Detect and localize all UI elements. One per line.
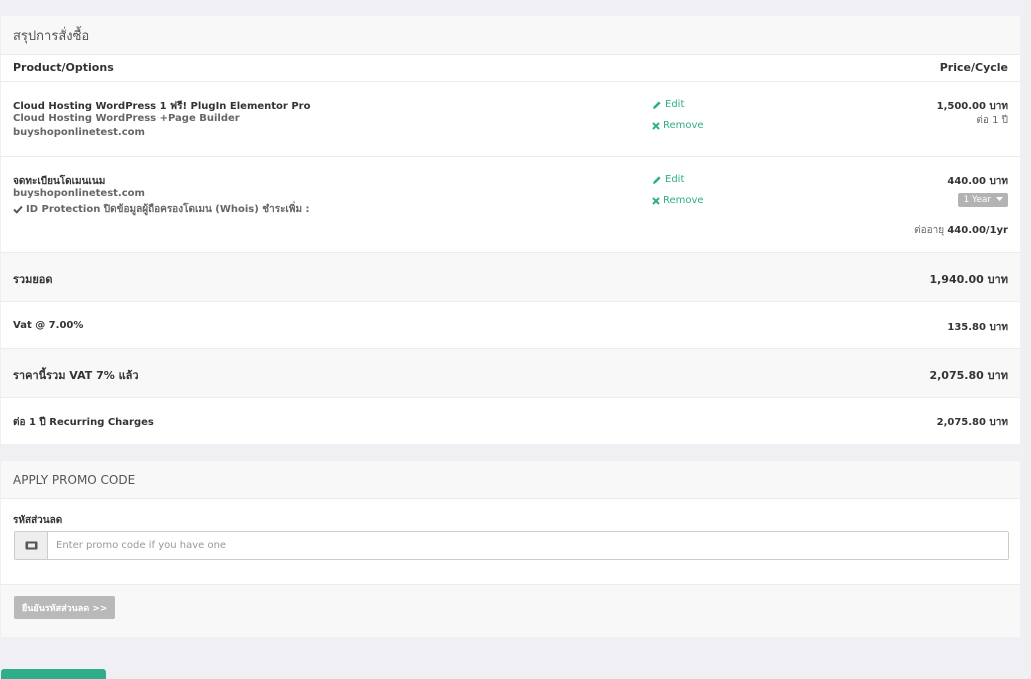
ticket-icon <box>25 541 37 550</box>
total-value: 2,075.80 บาท <box>929 369 1008 382</box>
times-icon <box>652 196 660 205</box>
promo-field-label: รหัสส่วนลด <box>13 515 63 526</box>
apply-promo-button[interactable]: ยืนยันรหัสส่วนลด >> <box>14 596 116 619</box>
item-description: Cloud Hosting WordPress +Page Builder <box>13 113 240 124</box>
remove-label: Remove <box>663 120 704 131</box>
vat-row: Vat @ 7.00% 135.80 บาท <box>1 302 1020 349</box>
renewal-value: 440.00/1yr <box>947 225 1008 236</box>
recurring-label: ต่อ 1 ปี Recurring Charges <box>13 417 154 428</box>
promo-addon <box>15 532 48 559</box>
promo-panel: APPLY PROMO CODE รหัสส่วนลด ยืนยันรหัสส่… <box>1 461 1020 637</box>
renewal-price: ต่ออายุ 440.00/1yr <box>914 223 1008 238</box>
billing-period-dropdown[interactable]: 1 Year <box>958 187 1008 207</box>
edit-label: Edit <box>665 99 685 110</box>
col-product-header: Product/Options <box>13 61 114 74</box>
remove-button[interactable]: Remove <box>652 120 704 131</box>
times-icon <box>652 121 660 130</box>
order-summary-panel: สรุปการสั่งซื้อ Product/Options Price/Cy… <box>1 16 1020 444</box>
billing-period-value: 1 Year <box>963 195 992 205</box>
recurring-row: ต่อ 1 ปี Recurring Charges 2,075.80 บาท <box>1 398 1020 444</box>
caret-down-icon <box>996 197 1003 201</box>
checkout-button[interactable] <box>1 669 106 679</box>
vat-value: 135.80 บาท <box>947 322 1008 333</box>
remove-label: Remove <box>663 195 704 206</box>
subtotal-row: รวมยอด 1,940.00 บาท <box>1 253 1020 302</box>
pencil-icon <box>653 175 661 184</box>
check-icon <box>13 205 23 214</box>
col-price-header: Price/Cycle <box>939 61 1008 74</box>
order-summary-title: สรุปการสั่งซื้อ <box>13 28 90 44</box>
item-cycle: ต่อ 1 ปี <box>976 115 1008 126</box>
cart-item-hosting: Cloud Hosting WordPress 1 ฟรี! PlugIn El… <box>1 82 1020 157</box>
subtotal-label: รวมยอด <box>13 273 53 286</box>
item-price: 1,500.00 บาท <box>936 101 1008 112</box>
renewal-label: ต่ออายุ <box>914 225 945 236</box>
promo-footer: ยืนยันรหัสส่วนลด >> <box>1 585 1020 637</box>
item-domain: buyshoponlinetest.com <box>13 127 145 138</box>
vat-label: Vat @ 7.00% <box>13 320 84 331</box>
promo-input-group <box>14 531 1009 560</box>
total-label: ราคานี้รวม VAT 7% แล้ว <box>13 369 139 382</box>
promo-code-input[interactable] <box>48 532 1008 559</box>
subtotal-value: 1,940.00 บาท <box>929 273 1008 286</box>
column-headers: Product/Options Price/Cycle <box>1 55 1020 82</box>
cart-item-domain: จดทะเบียนโดเมนเนม buyshoponlinetest.com … <box>1 157 1020 253</box>
promo-title: APPLY PROMO CODE <box>13 472 136 487</box>
item-addon: ID Protection ปิดข้อมูลผู้ถือครองโดเมน (… <box>13 202 310 217</box>
item-name: Cloud Hosting WordPress 1 ฟรี! PlugIn El… <box>13 101 311 112</box>
billing-period-badge[interactable]: 1 Year <box>958 193 1008 207</box>
edit-button[interactable]: Edit <box>652 174 684 185</box>
edit-label: Edit <box>665 174 685 185</box>
recurring-value: 2,075.80 บาท <box>936 417 1008 428</box>
pencil-icon <box>653 100 661 109</box>
promo-heading: APPLY PROMO CODE <box>1 461 1020 499</box>
addon-label: ID Protection ปิดข้อมูลผู้ถือครองโดเมน (… <box>26 204 310 215</box>
edit-button[interactable]: Edit <box>652 99 684 110</box>
item-name: จดทะเบียนโดเมนเนม <box>13 176 106 187</box>
item-domain: buyshoponlinetest.com <box>13 188 145 199</box>
order-summary-heading: สรุปการสั่งซื้อ <box>1 16 1020 55</box>
remove-button[interactable]: Remove <box>652 195 704 206</box>
total-row: ราคานี้รวม VAT 7% แล้ว 2,075.80 บาท <box>1 349 1020 398</box>
